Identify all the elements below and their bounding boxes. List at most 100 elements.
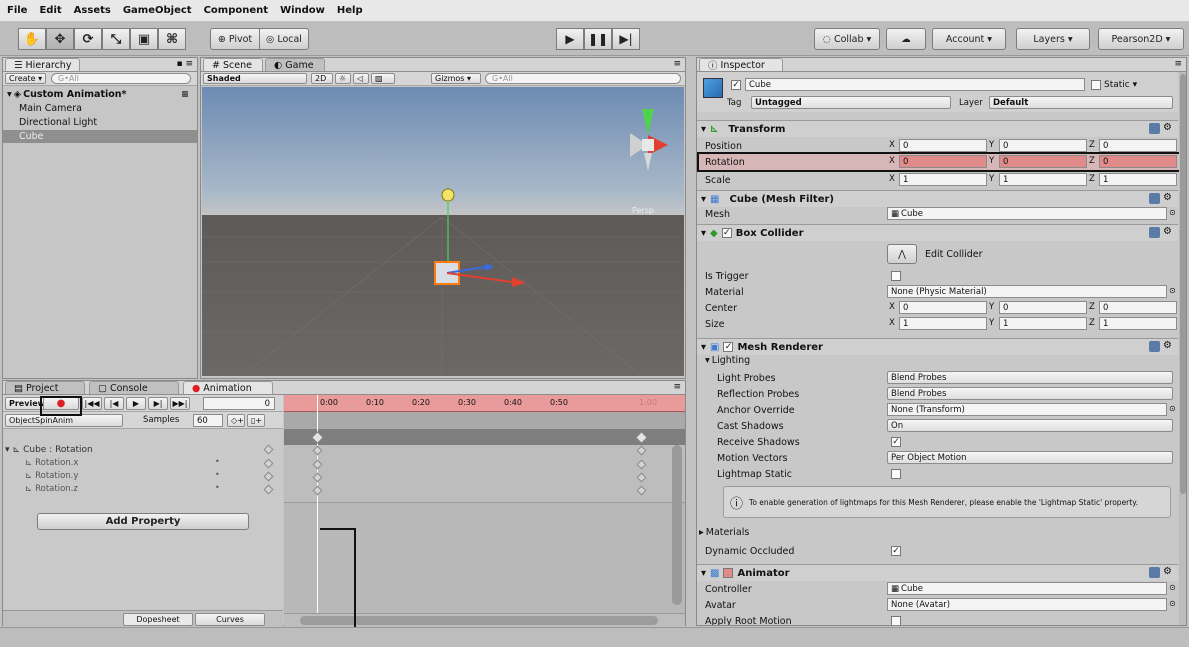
center-z-field[interactable]: 0 xyxy=(1099,301,1177,314)
inspector-scrollbar[interactable] xyxy=(1179,72,1186,625)
menu-window[interactable]: Window xyxy=(279,5,326,16)
static-dropdown[interactable]: Static ▾ xyxy=(1091,80,1137,90)
object-name-field[interactable]: Cube xyxy=(745,78,1085,91)
panel-menu-icon[interactable]: ≡ xyxy=(673,59,681,69)
materials-foldout[interactable]: ▸ Materials xyxy=(697,526,1178,539)
object-picker-icon[interactable]: ⊙ xyxy=(1169,286,1176,295)
timeline[interactable]: 0:00 0:10 0:20 0:30 0:40 0:50 1:00 xyxy=(284,395,685,627)
size-x-field[interactable]: 1 xyxy=(899,317,987,330)
static-checkbox[interactable] xyxy=(1091,80,1101,90)
scale-x-field[interactable]: 1 xyxy=(899,173,987,186)
timeline-vertical-scrollbar[interactable] xyxy=(672,445,682,605)
position-z-field[interactable]: 0 xyxy=(1099,139,1177,152)
collab-button[interactable]: ◌ Collab ▾ xyxy=(814,28,880,50)
cloud-button[interactable]: ☁ xyxy=(886,28,926,50)
transform-header[interactable]: ▾ ⊾ Transform ⚙ xyxy=(697,120,1178,137)
mode-2d-toggle[interactable]: 2D xyxy=(311,73,333,84)
scene-viewport[interactable]: Persp xyxy=(202,87,684,376)
add-event-button[interactable]: ▯+ xyxy=(247,414,265,427)
avatar-field[interactable]: None (Avatar) xyxy=(887,598,1167,611)
anchor-override-field[interactable]: None (Transform) xyxy=(887,403,1167,416)
scale-z-field[interactable]: 1 xyxy=(1099,173,1177,186)
motion-vectors-dropdown[interactable]: Per Object Motion xyxy=(887,451,1173,464)
timeline-ruler[interactable]: 0:00 0:10 0:20 0:30 0:40 0:50 1:00 xyxy=(284,395,685,412)
tab-inspector[interactable]: ⓘ Inspector xyxy=(699,58,783,72)
transform-tool-button[interactable]: ⌘ xyxy=(158,28,186,50)
center-x-field[interactable]: 0 xyxy=(899,301,987,314)
controller-field[interactable]: ▦ Cube xyxy=(887,582,1167,595)
box-collider-checkbox[interactable]: ✓ xyxy=(721,228,732,238)
rotate-tool-button[interactable]: ⟳ xyxy=(74,28,102,50)
create-dropdown[interactable]: Create ▾ xyxy=(5,73,47,84)
play-anim-button[interactable]: ▶ xyxy=(126,397,146,410)
receive-shadows-checkbox[interactable]: ✓ xyxy=(891,437,901,447)
lightmap-static-checkbox[interactable] xyxy=(891,469,901,479)
reflection-probes-dropdown[interactable]: Blend Probes xyxy=(887,387,1173,400)
audio-toggle[interactable]: ◁ xyxy=(353,73,369,84)
light-probes-dropdown[interactable]: Blend Probes xyxy=(887,371,1173,384)
animator-header[interactable]: ▾ ▩ Animator ⚙ xyxy=(697,564,1178,581)
add-keyframe-button[interactable]: ◇+ xyxy=(227,414,245,427)
first-key-button[interactable]: |◀◀ xyxy=(82,397,102,410)
shading-dropdown[interactable]: Shaded xyxy=(203,73,307,84)
layers-dropdown[interactable]: Layers ▾ xyxy=(1016,28,1090,50)
summary-track[interactable] xyxy=(284,429,685,445)
tab-project[interactable]: ▤ Project xyxy=(5,381,85,394)
layer-dropdown[interactable]: Default xyxy=(989,96,1173,109)
position-y-field[interactable]: 0 xyxy=(999,139,1087,152)
hand-tool-button[interactable]: ✋ xyxy=(18,28,46,50)
property-rotation-z[interactable]: ⊾ Rotation.z • xyxy=(3,483,283,495)
active-checkbox[interactable]: ✓ xyxy=(731,80,741,90)
help-book-icon[interactable] xyxy=(1149,193,1160,204)
gear-icon[interactable]: ⚙ xyxy=(1163,193,1174,204)
animator-checkbox[interactable] xyxy=(723,568,734,578)
dynamic-occluded-checkbox[interactable]: ✓ xyxy=(891,546,901,556)
help-book-icon[interactable] xyxy=(1149,341,1160,352)
step-button[interactable]: ▶| xyxy=(612,28,640,50)
help-book-icon[interactable] xyxy=(1149,567,1160,578)
rect-tool-button[interactable]: ▣ xyxy=(130,28,158,50)
size-y-field[interactable]: 1 xyxy=(999,317,1087,330)
property-rotation-x[interactable]: ⊾ Rotation.x • xyxy=(3,457,283,469)
hierarchy-item-directional-light[interactable]: Directional Light xyxy=(7,116,193,128)
curves-tab[interactable]: Curves xyxy=(195,613,265,626)
panel-menu-icon[interactable]: ▪ ≡ xyxy=(176,59,193,69)
object-picker-icon[interactable]: ⊙ xyxy=(1169,599,1176,608)
keyframe-diamond-icon[interactable] xyxy=(263,458,274,469)
box-collider-header[interactable]: ▾ ◆ ✓ Box Collider ⚙ xyxy=(697,224,1178,241)
object-picker-icon[interactable]: ⊙ xyxy=(1169,583,1176,592)
panel-menu-icon[interactable]: ≡ xyxy=(673,382,681,392)
hierarchy-item-cube[interactable]: Cube xyxy=(3,130,197,143)
local-toggle[interactable]: ◎ Local xyxy=(259,28,309,50)
mesh-field[interactable]: ▦ Cube xyxy=(887,207,1167,220)
menu-file[interactable]: File xyxy=(6,5,28,16)
gear-icon[interactable]: ⚙ xyxy=(1163,341,1174,352)
material-field[interactable]: None (Physic Material) xyxy=(887,285,1167,298)
menu-gameobject[interactable]: GameObject xyxy=(122,5,193,16)
tab-game[interactable]: ◐ Game xyxy=(265,58,325,71)
keyframe-diamond-icon[interactable] xyxy=(263,444,274,455)
mesh-filter-header[interactable]: ▾ ▦ Cube (Mesh Filter) ⚙ xyxy=(697,190,1178,207)
add-property-button[interactable]: Add Property xyxy=(37,513,249,530)
next-key-button[interactable]: ▶| xyxy=(148,397,168,410)
events-track[interactable] xyxy=(284,412,685,429)
object-picker-icon[interactable]: ⊙ xyxy=(1169,404,1176,413)
move-tool-button[interactable]: ✥ xyxy=(46,28,74,50)
pause-button[interactable]: ❚❚ xyxy=(584,28,612,50)
lighting-toggle[interactable]: ☼ xyxy=(335,73,351,84)
tab-console[interactable]: ▢ Console xyxy=(89,381,179,394)
account-dropdown[interactable]: Account ▾ xyxy=(932,28,1006,50)
keyframe-diamond-icon[interactable] xyxy=(263,471,274,482)
cast-shadows-dropdown[interactable]: On xyxy=(887,419,1173,432)
gizmos-dropdown[interactable]: Gizmos ▾ xyxy=(431,73,481,84)
gear-icon[interactable]: ⚙ xyxy=(1163,227,1174,238)
is-trigger-checkbox[interactable] xyxy=(891,271,901,281)
hierarchy-search[interactable]: G•All xyxy=(51,73,191,84)
gear-icon[interactable]: ⚙ xyxy=(1163,123,1174,134)
scene-search[interactable]: G•All xyxy=(485,73,681,84)
play-button[interactable]: ▶ xyxy=(556,28,584,50)
tab-scene[interactable]: # Scene xyxy=(203,58,263,71)
menu-assets[interactable]: Assets xyxy=(73,5,112,16)
edit-collider-button[interactable]: ⋀ xyxy=(887,244,917,264)
mesh-renderer-header[interactable]: ▾ ▣ ✓ Mesh Renderer ⚙ xyxy=(697,338,1178,355)
